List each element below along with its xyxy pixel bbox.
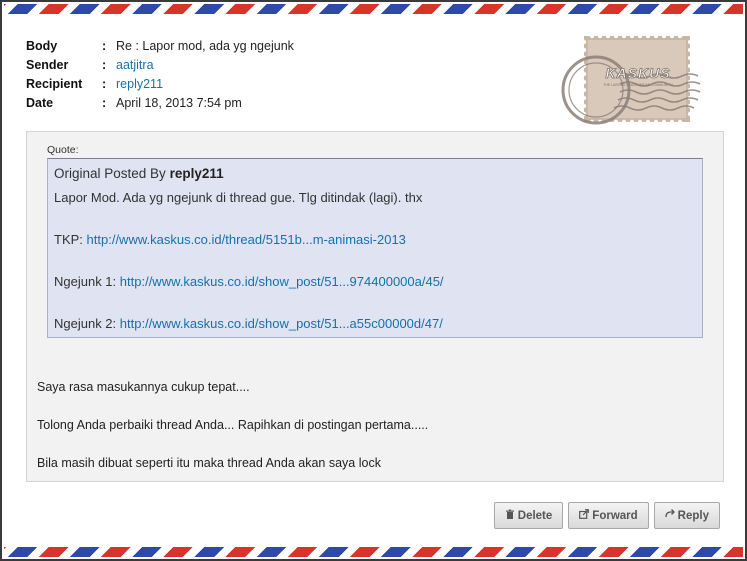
colon: : (102, 76, 107, 91)
reply-button[interactable]: Reply (653, 502, 720, 529)
date-row: Date : April 18, 2013 7:54 pm (26, 93, 294, 112)
airmail-border-top (4, 4, 743, 14)
reply-line-2: Tolong Anda perbaiki thread Anda... Rapi… (37, 418, 429, 432)
ngejunk-1-label: Ngejunk 1: (54, 274, 117, 289)
body-row: Body : Re : Lapor mod, ada yg ngejunk (26, 36, 294, 55)
kaskus-stamp-logo: KASKUS THE LARGEST INDONESIAN COMMUNITY (558, 32, 710, 130)
quote-header: Original Posted By reply211 (54, 166, 702, 182)
quote-box: Original Posted By reply211 Lapor Mod. A… (47, 158, 703, 338)
reply-label: Reply (677, 509, 709, 522)
tkp-label: TKP: (54, 232, 83, 247)
ngejunk-2-line: Ngejunk 2: http://www.kaskus.co.id/show_… (54, 313, 702, 334)
reply-line-1: Saya rasa masukannya cukup tepat.... (37, 380, 250, 394)
recipient-link[interactable]: reply211 (116, 77, 163, 91)
colon: : (102, 95, 107, 110)
svg-text:THE LARGEST INDONESIAN COMMUNI: THE LARGEST INDONESIAN COMMUNITY (603, 83, 673, 87)
ngejunk-2-label: Ngejunk 2: (54, 316, 117, 331)
reply-arrow-icon (665, 509, 675, 522)
body-label: Body (26, 38, 58, 53)
reply-line-3: Bila masih dibuat seperti itu maka threa… (37, 456, 381, 470)
original-posted-by-label: Original Posted By (54, 166, 166, 181)
airmail-border-bottom (4, 547, 743, 557)
tkp-line: TKP: http://www.kaskus.co.id/thread/5151… (54, 229, 702, 250)
share-icon (579, 509, 590, 522)
delete-button[interactable]: Delete (493, 502, 564, 529)
message-window: Body : Re : Lapor mod, ada yg ngejunk Se… (0, 0, 747, 561)
forward-label: Forward (592, 509, 638, 522)
quote-text-line: Lapor Mod. Ada yg ngejunk di thread gue.… (54, 190, 423, 205)
message-actions: Delete Forward Reply (493, 502, 720, 529)
tkp-link[interactable]: http://www.kaskus.co.id/thread/5151b...m… (87, 232, 406, 247)
date-value: April 18, 2013 7:54 pm (116, 95, 242, 110)
ngejunk-2-link[interactable]: http://www.kaskus.co.id/show_post/51...a… (120, 316, 443, 331)
colon: : (102, 38, 107, 53)
colon: : (102, 57, 107, 72)
delete-label: Delete (517, 509, 553, 522)
message-body: Quote: Original Posted By reply211 Lapor… (26, 131, 724, 482)
sender-row: Sender : aatjitra (26, 55, 294, 74)
forward-button[interactable]: Forward (568, 502, 649, 529)
trash-icon (505, 509, 515, 522)
ngejunk-1-line: Ngejunk 1: http://www.kaskus.co.id/show_… (54, 271, 702, 292)
ngejunk-1-link[interactable]: http://www.kaskus.co.id/show_post/51...9… (120, 274, 444, 289)
quote-label: Quote: (47, 144, 79, 156)
message-header: Body : Re : Lapor mod, ada yg ngejunk Se… (26, 36, 294, 112)
recipient-label: Recipient (26, 76, 83, 91)
body-value: Re : Lapor mod, ada yg ngejunk (116, 38, 294, 53)
sender-label: Sender (26, 57, 69, 72)
recipient-row: Recipient : reply211 (26, 74, 294, 93)
svg-text:KASKUS: KASKUS (605, 65, 670, 81)
date-label: Date (26, 95, 54, 110)
sender-link[interactable]: aatjitra (116, 58, 154, 72)
reply-text: Saya rasa masukannya cukup tepat.... Tol… (37, 378, 428, 473)
quote-author: reply211 (169, 166, 224, 181)
